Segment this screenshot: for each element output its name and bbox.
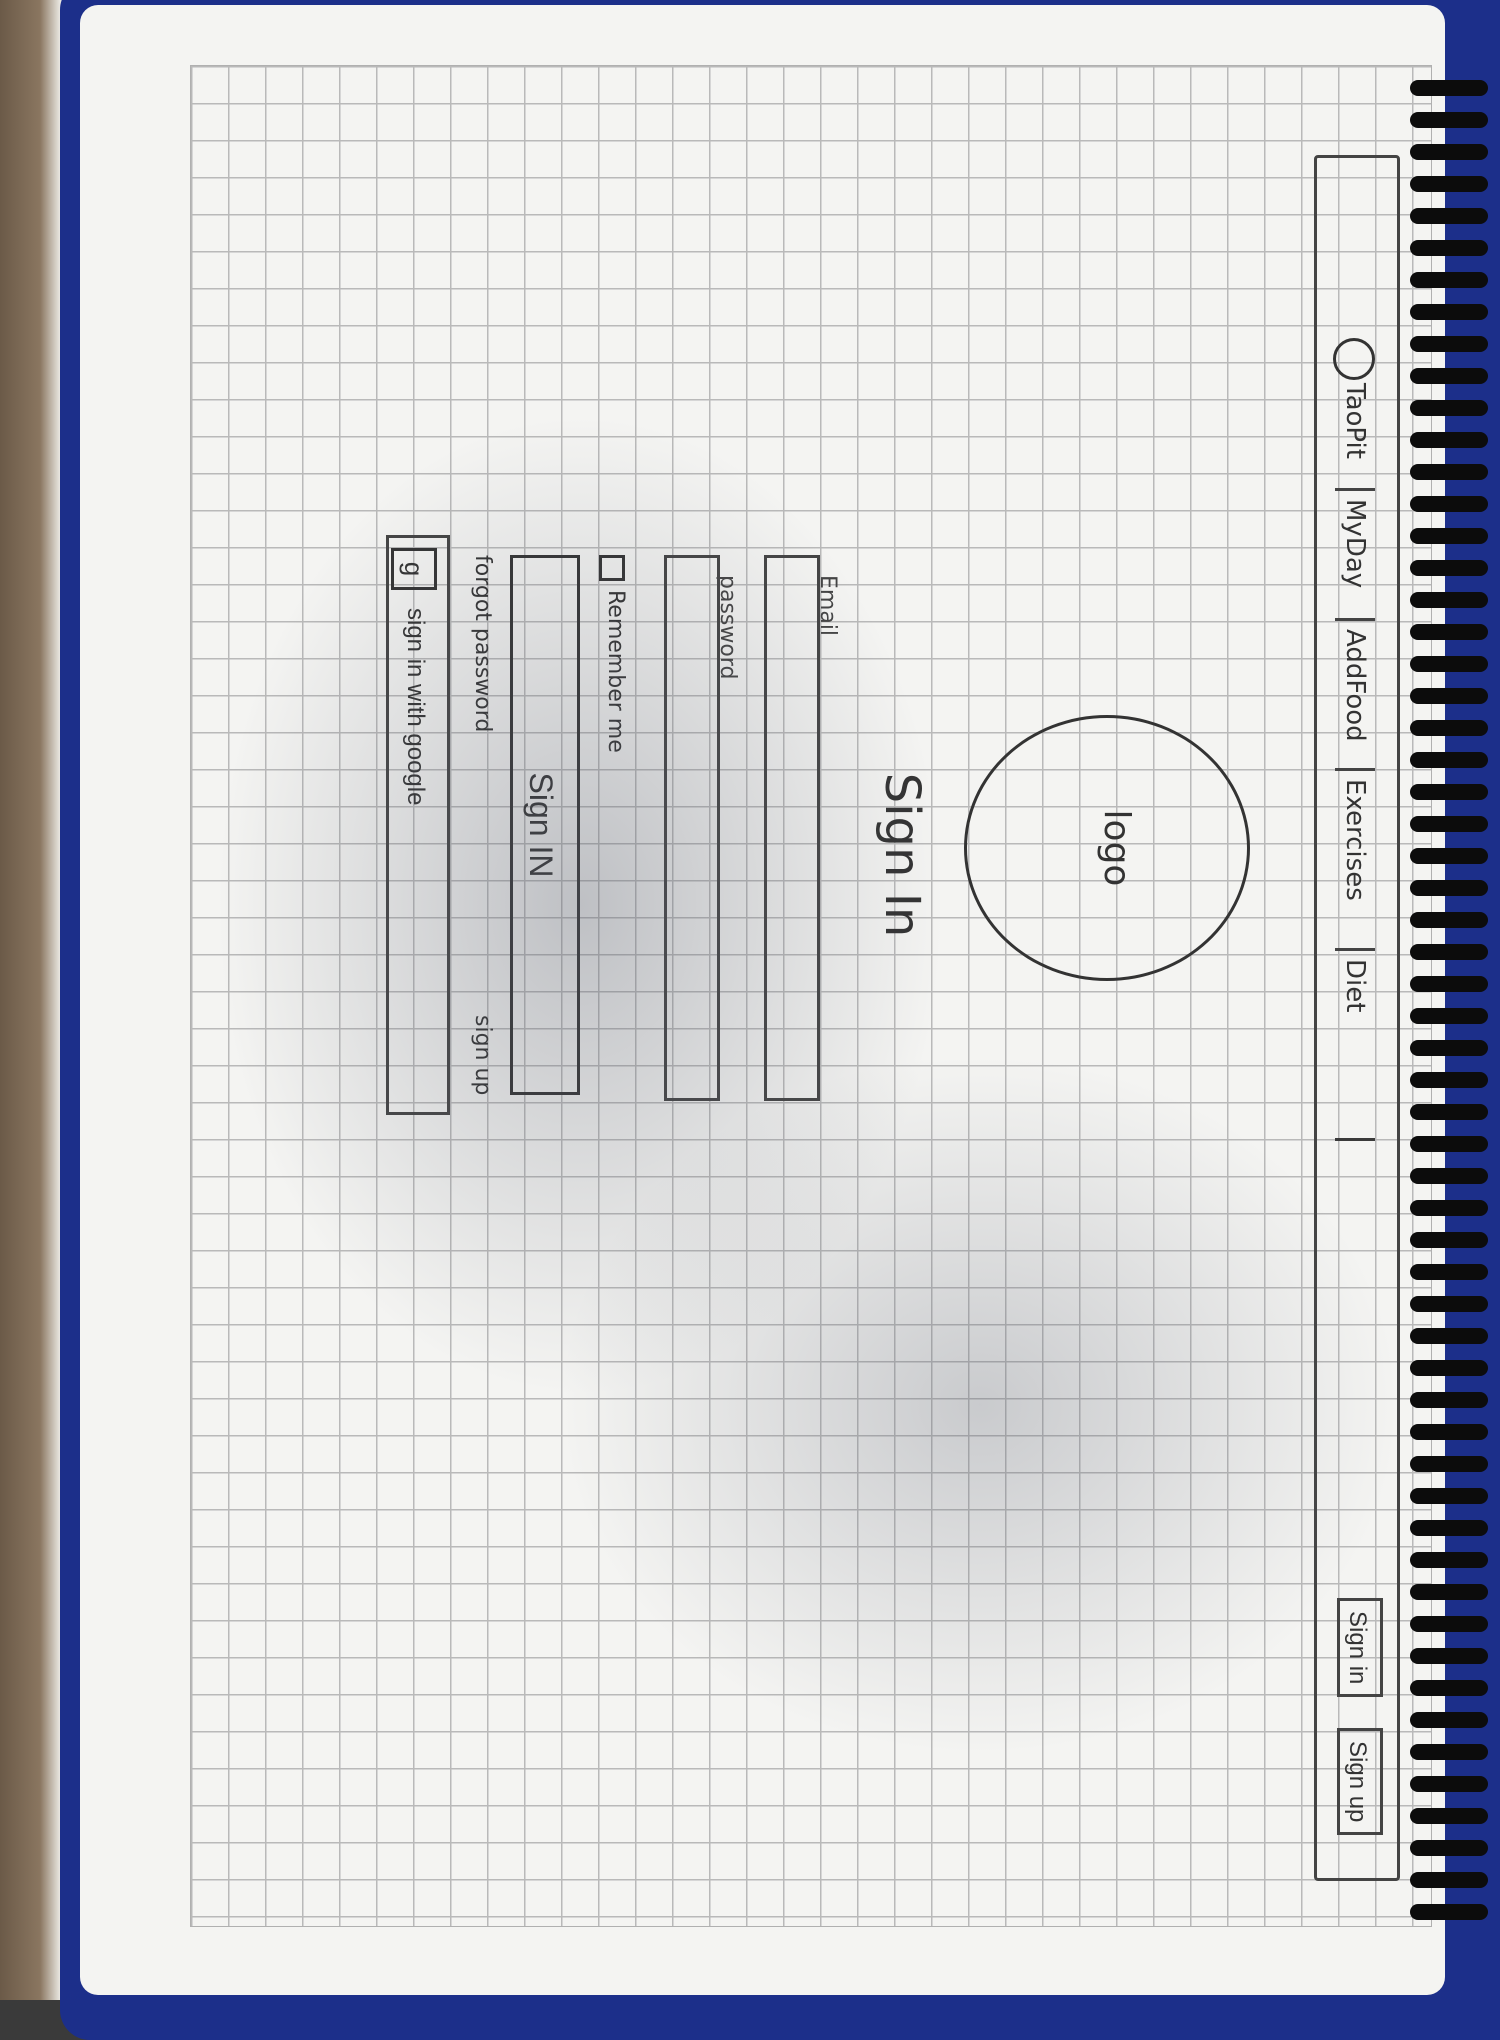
binding-ring — [1410, 496, 1488, 512]
binding-ring — [1410, 1840, 1488, 1856]
binding-ring — [1410, 368, 1488, 384]
binding-ring — [1410, 1648, 1488, 1664]
nav-item-exercises[interactable]: Exercises — [1335, 768, 1375, 909]
spiral-binding — [1410, 80, 1500, 1940]
binding-ring — [1410, 912, 1488, 928]
logo-placeholder: logo — [964, 715, 1250, 981]
binding-ring — [1410, 400, 1488, 416]
google-icon: g — [391, 548, 437, 590]
binding-ring — [1410, 112, 1488, 128]
binding-ring — [1410, 1520, 1488, 1536]
password-field[interactable] — [664, 555, 720, 1101]
form-title: Sign In — [874, 772, 930, 938]
binding-ring — [1410, 304, 1488, 320]
binding-ring — [1410, 208, 1488, 224]
binding-ring — [1410, 240, 1488, 256]
binding-ring — [1410, 880, 1488, 896]
nav-brand[interactable]: TaoPit — [1335, 383, 1375, 459]
binding-ring — [1410, 560, 1488, 576]
binding-ring — [1410, 1328, 1488, 1344]
binding-ring — [1410, 1008, 1488, 1024]
google-sign-in-button[interactable]: g sign in with google — [386, 535, 450, 1115]
binding-ring — [1410, 976, 1488, 992]
binding-ring — [1410, 1712, 1488, 1728]
binding-ring — [1410, 1424, 1488, 1440]
binding-ring — [1410, 944, 1488, 960]
binding-ring — [1410, 752, 1488, 768]
binding-ring — [1410, 432, 1488, 448]
binding-ring — [1410, 1552, 1488, 1568]
binding-ring — [1410, 1040, 1488, 1056]
binding-ring — [1410, 464, 1488, 480]
nav-logo-icon[interactable] — [1333, 338, 1375, 380]
binding-ring — [1410, 1136, 1488, 1152]
navbar: TaoPit MyDay AddFood Exercises Diet Sign… — [1314, 155, 1400, 1881]
binding-ring — [1410, 1872, 1488, 1888]
binding-ring — [1410, 1392, 1488, 1408]
nav-sign-up-button[interactable]: Sign up — [1337, 1728, 1383, 1836]
notebook-page: TaoPit MyDay AddFood Exercises Diet Sign… — [80, 5, 1445, 1995]
binding-ring — [1410, 624, 1488, 640]
binding-ring — [1410, 688, 1488, 704]
binding-ring — [1410, 1776, 1488, 1792]
binding-ring — [1410, 1264, 1488, 1280]
email-field[interactable] — [764, 555, 820, 1101]
binding-ring — [1410, 1904, 1488, 1920]
binding-ring — [1410, 1680, 1488, 1696]
binding-ring — [1410, 656, 1488, 672]
forgot-password-link[interactable]: forgot password — [470, 555, 495, 732]
binding-ring — [1410, 1200, 1488, 1216]
google-sign-in-label: sign in with google — [402, 608, 429, 806]
binding-ring — [1410, 1072, 1488, 1088]
nav-sign-in-button[interactable]: Sign in — [1337, 1598, 1383, 1698]
binding-ring — [1410, 336, 1488, 352]
binding-ring — [1410, 1360, 1488, 1376]
binding-ring — [1410, 1744, 1488, 1760]
binding-ring — [1410, 144, 1488, 160]
remember-checkbox[interactable] — [599, 555, 625, 581]
binding-ring — [1410, 272, 1488, 288]
binding-ring — [1410, 720, 1488, 736]
remember-label: Remember me — [603, 590, 628, 753]
binding-ring — [1410, 1296, 1488, 1312]
logo-text: logo — [1096, 809, 1137, 887]
sign-in-button[interactable]: Sign IN — [510, 555, 580, 1095]
sketched-ui: TaoPit MyDay AddFood Exercises Diet Sign… — [350, 155, 1400, 1895]
binding-ring — [1410, 1808, 1488, 1824]
nav-divider — [1335, 1138, 1375, 1141]
nav-item-addfood[interactable]: AddFood — [1335, 618, 1375, 750]
binding-ring — [1410, 1584, 1488, 1600]
binding-ring — [1410, 80, 1488, 96]
binding-ring — [1410, 592, 1488, 608]
binding-ring — [1410, 1232, 1488, 1248]
nav-item-myday[interactable]: MyDay — [1335, 488, 1375, 597]
binding-ring — [1410, 1616, 1488, 1632]
binding-ring — [1410, 528, 1488, 544]
binding-ring — [1410, 1488, 1488, 1504]
binding-ring — [1410, 848, 1488, 864]
binding-ring — [1410, 176, 1488, 192]
nav-item-diet[interactable]: Diet — [1335, 948, 1375, 1021]
binding-ring — [1410, 1456, 1488, 1472]
binding-ring — [1410, 784, 1488, 800]
binding-ring — [1410, 1104, 1488, 1120]
sign-up-link[interactable]: sign up — [470, 1015, 495, 1095]
binding-ring — [1410, 816, 1488, 832]
binding-ring — [1410, 1168, 1488, 1184]
